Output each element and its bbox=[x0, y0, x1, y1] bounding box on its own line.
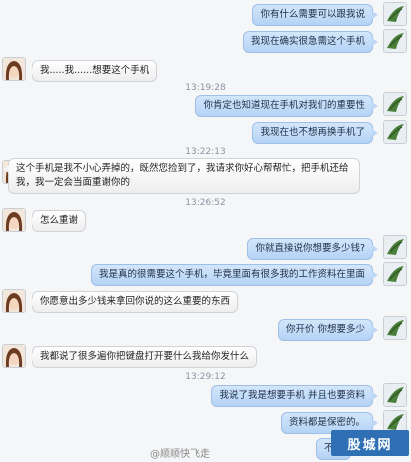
bird-avatar-icon bbox=[384, 236, 406, 258]
message-bubble-out: 你就直接说你想要多少钱? bbox=[247, 238, 378, 260]
message-row: 你就直接说你想要多少钱? bbox=[0, 235, 411, 260]
message-bubble-out: 我是真的很需要这个手机，毕竟里面有很多我的工作资料在里面 bbox=[90, 264, 379, 286]
message-bubble-out: 你有什么需要可以跟我说 bbox=[252, 4, 378, 26]
user-avatar-other[interactable] bbox=[2, 57, 26, 81]
bird-avatar-icon bbox=[384, 384, 406, 406]
timestamp: 13:22:13 bbox=[185, 147, 226, 157]
message-bubble-out: 我现在确实很急需这个手机 bbox=[242, 31, 379, 53]
message-row: 你有什么需要可以跟我说 bbox=[0, 2, 411, 26]
message-row: 我.....我......想要这个手机 bbox=[0, 57, 411, 82]
girl-avatar-icon bbox=[3, 345, 25, 367]
message-bubble-out: 你肯定也知道现在手机对我们的重要性 bbox=[195, 95, 378, 117]
user-avatar-self[interactable] bbox=[383, 29, 407, 53]
user-avatar-other[interactable] bbox=[2, 289, 26, 313]
user-avatar-self[interactable] bbox=[383, 383, 407, 407]
bird-avatar-icon bbox=[384, 30, 406, 52]
message-row: 我都说了很多遍你把键盘打开要什么我给你发什么 bbox=[0, 344, 411, 368]
message-row: 我现在确实很急需这个手机 bbox=[0, 29, 411, 53]
message-bubble-in: 这个手机是我不小心弄掉的，既然您捡到了，我请求你好心帮帮忙，把手机还给我，我一定… bbox=[3, 158, 360, 194]
message-bubble-in: 我都说了很多遍你把键盘打开要什么我给你发什么 bbox=[26, 346, 258, 368]
message-row: 资料都是保密的。 bbox=[0, 410, 411, 434]
message-bubble-in: 怎么重谢 bbox=[26, 210, 87, 232]
message-bubble-in: 我.....我......想要这个手机 bbox=[26, 60, 158, 82]
message-bubble-out: 我现在也不想再换手机了 bbox=[252, 122, 378, 144]
bird-avatar-icon bbox=[384, 121, 406, 143]
user-avatar-self[interactable] bbox=[383, 2, 407, 26]
user-avatar-other[interactable] bbox=[2, 208, 26, 232]
user-avatar-self[interactable] bbox=[383, 235, 407, 259]
timestamp: 13:29:12 bbox=[185, 372, 226, 382]
message-row: 我现在也不想再换手机了 bbox=[0, 120, 411, 144]
user-avatar-other[interactable] bbox=[2, 344, 26, 368]
user-avatar-self[interactable] bbox=[383, 92, 407, 116]
message-row: 怎么重谢 bbox=[0, 208, 411, 232]
chat-window: 你有什么需要可以跟我说 我现在确实很急需这个手机 我.....我......想要… bbox=[0, 0, 411, 462]
girl-avatar-icon bbox=[3, 290, 25, 312]
message-row: 我是真的很需要这个手机，毕竟里面有很多我的工作资料在里面 bbox=[0, 262, 411, 286]
user-avatar-self[interactable] bbox=[383, 120, 407, 144]
girl-avatar-icon bbox=[3, 209, 25, 231]
bird-avatar-icon bbox=[384, 317, 406, 339]
message-row: 我说了我是想要手机 并且也要资料 bbox=[0, 383, 411, 407]
message-bubble-in: 你愿意出多少钱来拿回你说的这么重要的东西 bbox=[26, 291, 239, 313]
bird-avatar-icon bbox=[384, 263, 406, 285]
message-row: 这个手机是我不小心弄掉的，既然您捡到了，我请求你好心帮帮忙，把手机还给我，我一定… bbox=[0, 158, 411, 194]
site-logo-watermark: 股城网 bbox=[331, 430, 409, 456]
message-bubble-out: 你开价 你想要多少 bbox=[277, 319, 379, 341]
user-avatar-self[interactable] bbox=[383, 262, 407, 286]
user-avatar-self[interactable] bbox=[383, 316, 407, 340]
timestamp: 13:26:52 bbox=[185, 198, 226, 208]
bird-avatar-icon bbox=[384, 93, 406, 115]
weibo-watermark: @顺顺快飞走 bbox=[150, 449, 210, 460]
message-bubble-out: 我说了我是想要手机 并且也要资料 bbox=[211, 385, 378, 407]
message-row: 你愿意出多少钱来拿回你说的这么重要的东西 bbox=[0, 289, 411, 313]
bird-avatar-icon bbox=[384, 3, 406, 25]
message-row: 你肯定也知道现在手机对我们的重要性 bbox=[0, 92, 411, 117]
message-row: 你开价 你想要多少 bbox=[0, 316, 411, 341]
girl-avatar-icon bbox=[3, 58, 25, 80]
